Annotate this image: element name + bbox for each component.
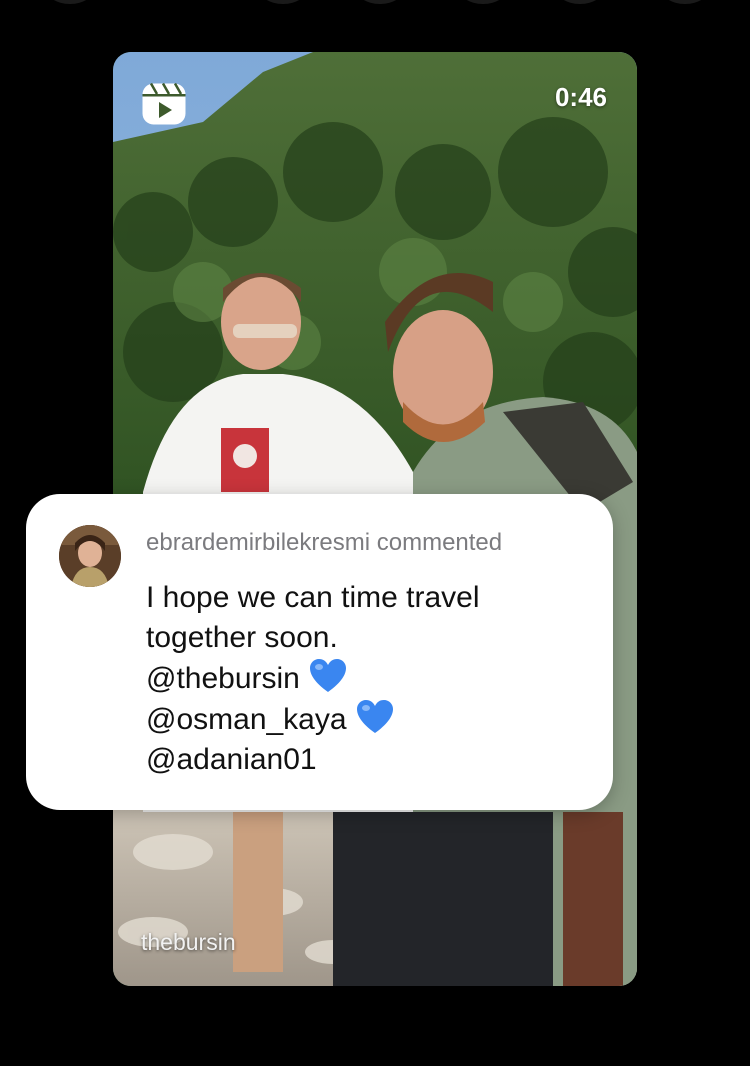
- comment-mention-line: @osman_kaya: [146, 699, 596, 740]
- mention-adanian01[interactable]: @adanian01: [146, 743, 317, 776]
- blue-heart-icon: [309, 659, 346, 692]
- story-bubble[interactable]: [555, 0, 605, 4]
- story-bubble[interactable]: [258, 0, 308, 4]
- blue-heart-icon: [356, 700, 393, 733]
- video-duration: 0:46: [554, 82, 607, 112]
- story-bubble[interactable]: [458, 0, 508, 4]
- comment-text: I hope we can time travel together soon.…: [146, 578, 596, 780]
- reel-author[interactable]: thebursin: [141, 929, 236, 956]
- comment-sticker[interactable]: ebrardemirbilekresmi commented I hope we…: [26, 494, 613, 810]
- story-bubble[interactable]: [45, 0, 95, 4]
- comment-header: ebrardemirbilekresmi commented: [146, 529, 503, 556]
- comment-mention-line: @thebursin: [146, 658, 596, 699]
- story-bubble[interactable]: [660, 0, 710, 4]
- story-bubble[interactable]: [355, 0, 405, 4]
- comment-line: together soon.: [146, 621, 338, 654]
- avatar-image: [59, 525, 121, 587]
- avatar[interactable]: [59, 525, 121, 587]
- comment-mention-line: @adanian01: [146, 740, 596, 780]
- mention-osman-kaya[interactable]: @osman_kaya: [146, 703, 347, 736]
- reels-icon: [142, 82, 186, 125]
- story-screen: 0:46 thebursin ebrardemirbilekresmi comm…: [0, 0, 750, 1066]
- comment-line: I hope we can time travel: [146, 581, 480, 614]
- mention-thebursin[interactable]: @thebursin: [146, 662, 300, 695]
